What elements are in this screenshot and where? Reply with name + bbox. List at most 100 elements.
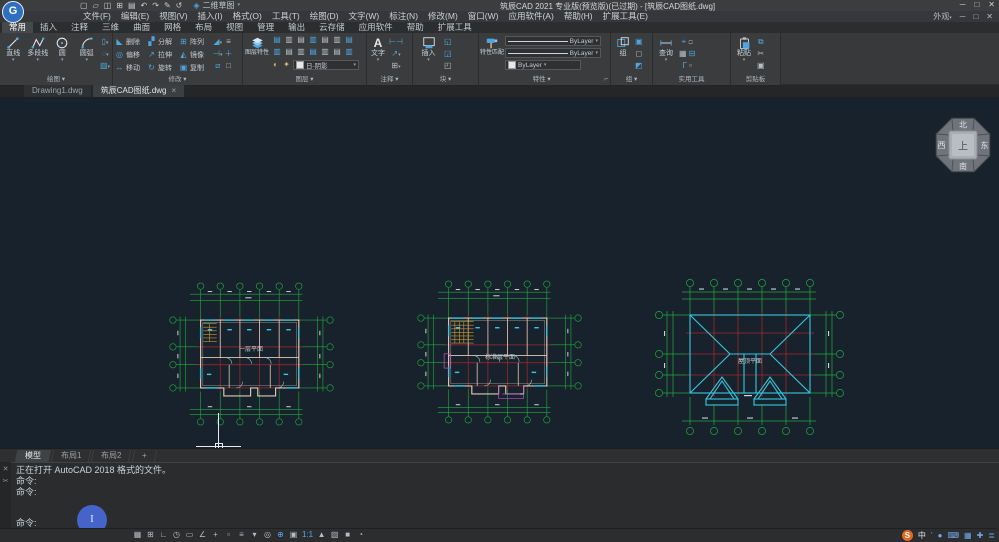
- ribbon-tab-13[interactable]: 扩展工具: [431, 22, 479, 33]
- layer-tool-icon[interactable]: ▤: [343, 35, 355, 46]
- dynamic-ucs-icon[interactable]: ▫: [224, 529, 233, 541]
- gradient-tool-button[interactable]: ▨▾: [100, 60, 110, 71]
- arc-button[interactable]: 圆弧▾: [75, 34, 97, 74]
- drawing-canvas[interactable]: 一层平面 标准层平面 屋顶平面 上 北 南 西 东: [0, 97, 999, 448]
- text-button[interactable]: A 文字▾: [369, 34, 387, 74]
- clean-screen-icon[interactable]: ◔: [356, 529, 365, 541]
- menu-item-7[interactable]: 文字(W): [344, 11, 385, 22]
- maximize-button[interactable]: □: [974, 0, 979, 9]
- layer-tool-icon[interactable]: ▤: [271, 35, 283, 46]
- ribbon-tab-5[interactable]: 网格: [157, 22, 188, 33]
- ungroup-button[interactable]: ▣: [635, 36, 643, 47]
- menu-item-12[interactable]: 帮助(H): [559, 11, 598, 22]
- menu-item-0[interactable]: 文件(F): [78, 11, 116, 22]
- match-properties-button[interactable]: 特性匹配: [481, 34, 503, 74]
- modify-9-button[interactable]: ▣复制: [179, 61, 211, 74]
- open-file-icon[interactable]: ▱: [93, 1, 99, 11]
- close-button[interactable]: ✕: [988, 0, 995, 9]
- cut-clip-button[interactable]: ✂: [757, 48, 765, 59]
- document-tab-0[interactable]: Drawing1.dwg: [24, 85, 91, 97]
- layer-freeze-icon[interactable]: ✦: [282, 59, 291, 71]
- snap-icon[interactable]: ⊞: [146, 529, 155, 541]
- polar-icon[interactable]: ◷: [172, 529, 181, 541]
- command-tools-icon[interactable]: ✂: [3, 477, 9, 485]
- layer-tool-icon[interactable]: ▥: [307, 35, 319, 46]
- appearance-menu[interactable]: 外观▾: [933, 11, 952, 22]
- quick-select-button[interactable]: ⌖ ◻: [679, 36, 695, 47]
- line-button[interactable]: 直线▾: [2, 34, 24, 74]
- menu-item-8[interactable]: 标注(N): [384, 11, 423, 22]
- ribbon-tab-1[interactable]: 插入: [33, 22, 64, 33]
- ribbon-tab-6[interactable]: 布局: [188, 22, 219, 33]
- annotation-icon[interactable]: ▣: [289, 529, 298, 541]
- ime-language-indicator[interactable]: 中: [918, 530, 926, 541]
- document-tab-1[interactable]: 筑辰CAD图纸.dwg×: [93, 85, 184, 97]
- angle-icon[interactable]: ∠: [198, 529, 207, 541]
- lengthen-button[interactable]: ≡: [224, 36, 232, 47]
- ribbon-tab-9[interactable]: 输出: [281, 22, 312, 33]
- dimension-button[interactable]: ⊢⊣: [389, 36, 403, 47]
- paste-button[interactable]: 粘贴▾: [733, 34, 755, 74]
- fillet-button[interactable]: ◢▾: [213, 36, 222, 47]
- ribbon-tab-0[interactable]: 常用: [2, 22, 33, 33]
- layer-tool-icon[interactable]: ▥: [331, 35, 343, 46]
- rectangle-tool-button[interactable]: ▯▾: [100, 36, 110, 47]
- otrack-icon[interactable]: +: [211, 529, 220, 541]
- undo-icon[interactable]: ↶: [141, 1, 148, 11]
- ribbon-tab-3[interactable]: 三维: [95, 22, 126, 33]
- scale-button[interactable]: ⧄: [213, 60, 222, 71]
- menu-item-9[interactable]: 修改(M): [423, 11, 463, 22]
- create-block-button[interactable]: ◱: [444, 36, 452, 47]
- panel-title-utilities[interactable]: 实用工具: [653, 75, 730, 85]
- layer-tool-icon[interactable]: ▥: [271, 47, 283, 58]
- doc-restore-button[interactable]: □: [973, 12, 978, 21]
- floor-plan-1-drawing[interactable]: [166, 279, 337, 429]
- measure-button[interactable]: 查询▾: [655, 34, 677, 74]
- menu-item-2[interactable]: 视图(V): [154, 11, 192, 22]
- ime-logo-icon[interactable]: S: [902, 530, 913, 541]
- modify-1-button[interactable]: ◣删除: [115, 35, 147, 48]
- transparency-icon[interactable]: ▾: [250, 529, 259, 541]
- modify-2-button[interactable]: ▞分解: [147, 35, 179, 48]
- view-cube-north[interactable]: 北: [959, 121, 967, 130]
- ortho-icon[interactable]: ∟: [159, 529, 168, 541]
- modify-6-button[interactable]: ◭镜像: [179, 48, 211, 61]
- refresh-icon[interactable]: ↺: [176, 1, 183, 11]
- menu-item-13[interactable]: 扩展工具(E): [598, 11, 653, 22]
- layout-tab-0[interactable]: 模型: [15, 450, 52, 462]
- new-file-icon[interactable]: ▢: [80, 1, 88, 11]
- layer-tool-icon[interactable]: ▤: [283, 47, 295, 58]
- panel-title-draw[interactable]: 绘图 ▾: [0, 75, 112, 85]
- ribbon-tab-8[interactable]: 管理: [250, 22, 281, 33]
- layer-select[interactable]: 日-阴影 ▾: [293, 60, 359, 70]
- command-window[interactable]: 正在打开 AutoCAD 2018 格式的文件。命令:命令:: [0, 462, 999, 528]
- table-button[interactable]: ⊞▾: [389, 60, 403, 71]
- panel-title-properties[interactable]: 特性 ▾ ⌐: [479, 75, 610, 85]
- group-button[interactable]: 组: [613, 34, 633, 74]
- ime-mic-icon[interactable]: ●: [938, 531, 943, 540]
- layer-properties-button[interactable]: 图层特性: [245, 34, 269, 74]
- workspace-dropdown[interactable]: ◈ 二维草图 ▾: [193, 0, 240, 11]
- circle-button[interactable]: 圆▾: [51, 34, 73, 74]
- view-cube-east[interactable]: 东: [981, 140, 989, 150]
- hatch-tool-button[interactable]: ◌▾: [100, 48, 110, 59]
- ime-board-icon[interactable]: ▦: [964, 531, 972, 540]
- group-edit-button[interactable]: ◻: [635, 48, 643, 59]
- grid-icon[interactable]: ▦: [133, 529, 142, 541]
- ime-menu-icon[interactable]: ≣: [988, 531, 995, 540]
- ime-punctuation-icon[interactable]: ’: [931, 531, 933, 540]
- save-all-icon[interactable]: ⊞: [116, 1, 123, 11]
- layout-tab-1[interactable]: 布局1: [51, 450, 92, 462]
- layer-tool-icon[interactable]: ▥: [295, 47, 307, 58]
- menu-item-10[interactable]: 窗口(W): [463, 11, 504, 22]
- minimize-button[interactable]: ─: [960, 0, 966, 9]
- layer-tool-icon[interactable]: ▥: [343, 47, 355, 58]
- panel-title-clipboard[interactable]: 剪贴板: [731, 75, 780, 85]
- menu-item-4[interactable]: 格式(O): [228, 11, 267, 22]
- color-select[interactable]: ByLayer▾: [505, 60, 581, 70]
- close-command-icon[interactable]: ✕: [3, 465, 9, 473]
- view-cube-top[interactable]: 上: [958, 141, 968, 153]
- menu-item-5[interactable]: 工具(T): [267, 11, 305, 22]
- edit-block-button[interactable]: ◲: [444, 48, 452, 59]
- workspace-switch-icon[interactable]: ▲: [317, 529, 326, 541]
